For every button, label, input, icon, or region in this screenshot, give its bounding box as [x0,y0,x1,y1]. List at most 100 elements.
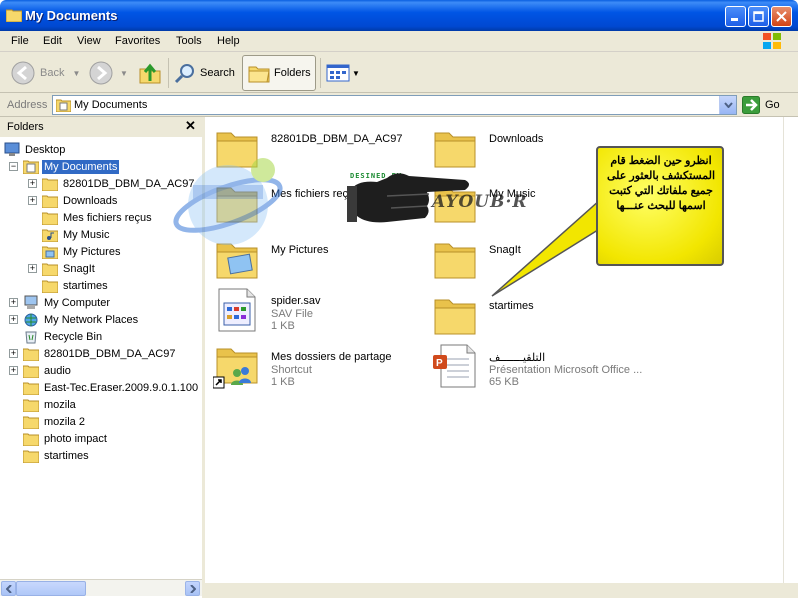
callout-text: انظرو حين الضغط قام المستكشف بالعثور على… [606,155,716,212]
file-size: 1 KB [271,320,295,332]
tree-item-recycle-bin[interactable]: Recycle Bin [23,328,104,345]
windows-logo-icon [763,33,781,49]
expand-icon[interactable]: + [28,196,37,205]
folder-icon [23,365,39,378]
close-button[interactable] [771,6,792,27]
back-button[interactable]: Back ▼ [10,56,80,90]
views-dropdown-icon[interactable]: ▼ [352,69,360,78]
tree-item-folder[interactable]: mozila [23,396,78,413]
toolbar: Back ▼ ▼ Search Folders ▼ [0,52,798,93]
folders-button[interactable]: Folders [242,55,316,91]
tree-item-folder[interactable]: mozila 2 [23,413,87,430]
file-type: Présentation Microsoft Office ... [489,364,643,376]
tree-item-network-places[interactable]: My Network Places [23,311,140,328]
address-label: Address [7,99,48,111]
tree-item-label: My Documents [42,159,120,174]
folder-icon [42,178,58,191]
tree-item-label: 82801DB_DBM_DA_AC97 [44,347,176,360]
up-folder-button[interactable] [138,56,162,90]
tree-item-folder[interactable]: startimes [23,447,91,464]
go-button[interactable]: Go [742,96,780,114]
file-type: Shortcut [271,364,312,376]
file-tile[interactable]: P التلقيـــــــف Présentation Microsoft … [431,343,651,389]
file-size: 1 KB [271,376,295,388]
back-label: Back [40,67,65,79]
address-dropdown-button[interactable] [719,96,736,114]
tree-item-folder[interactable]: Downloads [42,192,119,209]
tree-item-label: Downloads [63,194,118,207]
svg-text:P: P [436,358,443,369]
tree-item-label: My Network Places [44,313,139,326]
tree-item-folder[interactable]: audio [23,362,73,379]
sav-file-icon [218,288,256,332]
expand-icon[interactable]: + [9,349,18,358]
folder-icon [23,416,39,429]
go-label: Go [765,99,780,111]
my-documents-icon [23,160,39,174]
tree-item-folder[interactable]: Mes fichiers reçus [42,209,154,226]
tree-item-folder[interactable]: photo impact [23,430,109,447]
menu-favorites[interactable]: Favorites [115,35,160,47]
menu-view[interactable]: View [77,35,101,47]
file-type: SAV File [271,308,313,320]
tree-item-label: SnagIt [63,262,95,275]
tree-item-my-pictures[interactable]: My Pictures [42,243,122,260]
forward-button[interactable]: ▼ [88,56,128,90]
maximize-button[interactable] [748,6,769,27]
close-pane-icon[interactable]: ✕ [185,118,196,134]
menu-edit[interactable]: Edit [43,35,62,47]
folder-icon [42,212,58,225]
file-tile[interactable]: Mes dossiers de partage Shortcut 1 KB [213,343,433,389]
expand-icon[interactable]: + [9,298,18,307]
horizontal-scrollbar[interactable] [0,579,202,596]
menu-help[interactable]: Help [217,35,240,47]
search-label: Search [200,67,235,79]
tree-item-label: startimes [63,279,108,292]
forward-dropdown-icon[interactable]: ▼ [120,69,128,78]
tree-item-label: East-Tec.Eraser.2009.9.0.1.100 [44,381,199,394]
my-documents-icon [56,99,71,112]
network-globe-icon [24,313,38,327]
content-right-edge [783,117,798,583]
file-name: Mes dossiers de partage [271,351,392,363]
tree-item-label: My Pictures [63,245,121,258]
back-dropdown-icon[interactable]: ▼ [72,69,80,78]
expand-icon[interactable]: + [28,179,37,188]
tree-item-folder[interactable]: East-Tec.Eraser.2009.9.0.1.100 [23,379,200,396]
folder-icon [23,382,39,395]
minimize-button[interactable] [725,6,746,27]
title-bar[interactable]: My Documents [0,0,798,31]
tree-item-my-documents[interactable]: My Documents [23,158,120,175]
menu-tools[interactable]: Tools [176,35,202,47]
computer-icon [24,295,38,309]
scroll-left-button[interactable] [1,581,16,596]
tree-item-my-music[interactable]: My Music [42,226,111,243]
tree-item-my-computer[interactable]: My Computer [23,294,112,311]
chevron-down-icon [723,102,733,108]
tree-item-folder[interactable]: 82801DB_DBM_DA_AC97 [23,345,177,362]
search-button[interactable]: Search [174,56,235,90]
scrollbar-thumb[interactable] [16,581,86,596]
tree-item-desktop[interactable]: Desktop [4,141,67,158]
folder-icon [23,433,39,446]
expand-icon[interactable]: + [9,315,18,324]
views-button[interactable]: ▼ [326,56,360,90]
address-bar: Address My Documents Go [0,93,798,117]
tree-item-folder[interactable]: startimes [42,277,110,294]
views-icon [326,64,350,82]
forward-arrow-icon [89,61,113,85]
go-arrow-icon [742,96,760,114]
window-bottom-edge [205,583,798,598]
tree-item-label: Desktop [25,143,66,156]
address-value: My Documents [74,99,148,111]
collapse-icon[interactable]: − [9,162,18,171]
toolbar-separator [168,58,169,88]
folder-icon [23,450,39,463]
expand-icon[interactable]: + [9,366,18,375]
address-input[interactable]: My Documents [52,95,737,115]
scroll-right-button[interactable] [185,581,200,596]
tree-item-folder[interactable]: SnagIt [42,260,97,277]
file-tile[interactable]: spider.sav SAV File 1 KB [213,287,433,333]
menu-file[interactable]: File [11,35,29,47]
expand-icon[interactable]: + [28,264,37,273]
